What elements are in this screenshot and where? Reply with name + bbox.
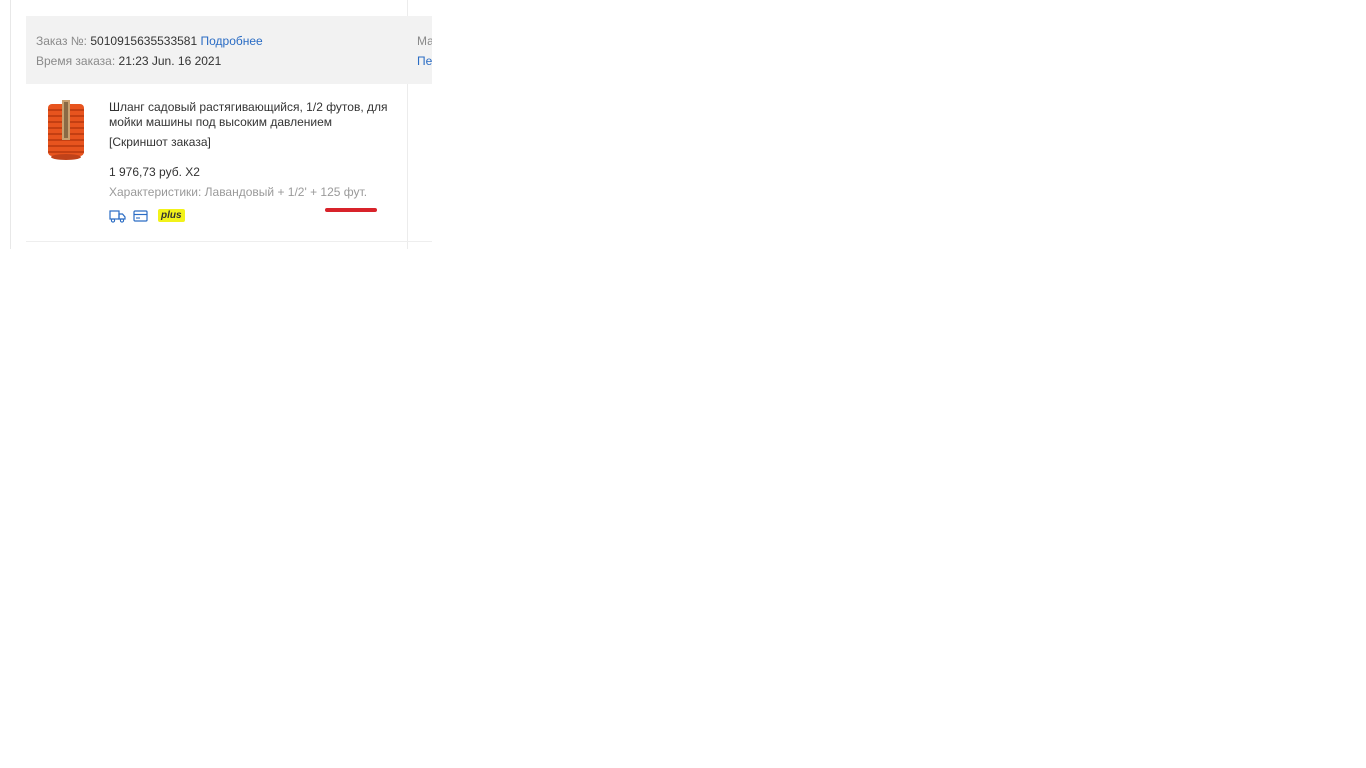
order-header bbox=[26, 16, 432, 84]
row-divider bbox=[26, 241, 432, 242]
order-time-label: Время заказа: bbox=[36, 54, 116, 68]
card-icon[interactable] bbox=[133, 209, 148, 223]
product-specs: Характеристики: Лавандовый + 1/2' + 125 … bbox=[109, 185, 368, 199]
product-price: 1 976,73 руб. X2 bbox=[109, 165, 200, 179]
order-number-row: Заказ №: 5010915635533581 Подробнее bbox=[36, 34, 263, 48]
store-link[interactable]: Пе bbox=[417, 54, 432, 68]
order-number-label: Заказ №: bbox=[36, 34, 88, 48]
order-time-row: Время заказа: 21:23 Jun. 16 2021 bbox=[36, 54, 221, 68]
truck-icon[interactable] bbox=[109, 209, 126, 223]
order-list-panel: Заказ №: 5010915635533581 Подробнее Врем… bbox=[0, 0, 432, 249]
store-label: Ма bbox=[417, 34, 432, 48]
column-divider-top bbox=[407, 0, 408, 16]
left-divider bbox=[0, 0, 11, 249]
column-divider bbox=[407, 84, 408, 249]
red-highlight-underline bbox=[325, 208, 377, 212]
order-details-link[interactable]: Подробнее bbox=[201, 34, 263, 48]
product-thumbnail[interactable] bbox=[46, 100, 86, 160]
product-title[interactable]: Шланг садовый растягивающийся, 1/2 футов… bbox=[109, 100, 405, 130]
order-time: 21:23 Jun. 16 2021 bbox=[118, 54, 222, 68]
order-snapshot-link[interactable]: [Скриншот заказа] bbox=[109, 135, 211, 149]
plus-badge: plus bbox=[158, 209, 185, 222]
order-number: 5010915635533581 bbox=[90, 34, 198, 48]
